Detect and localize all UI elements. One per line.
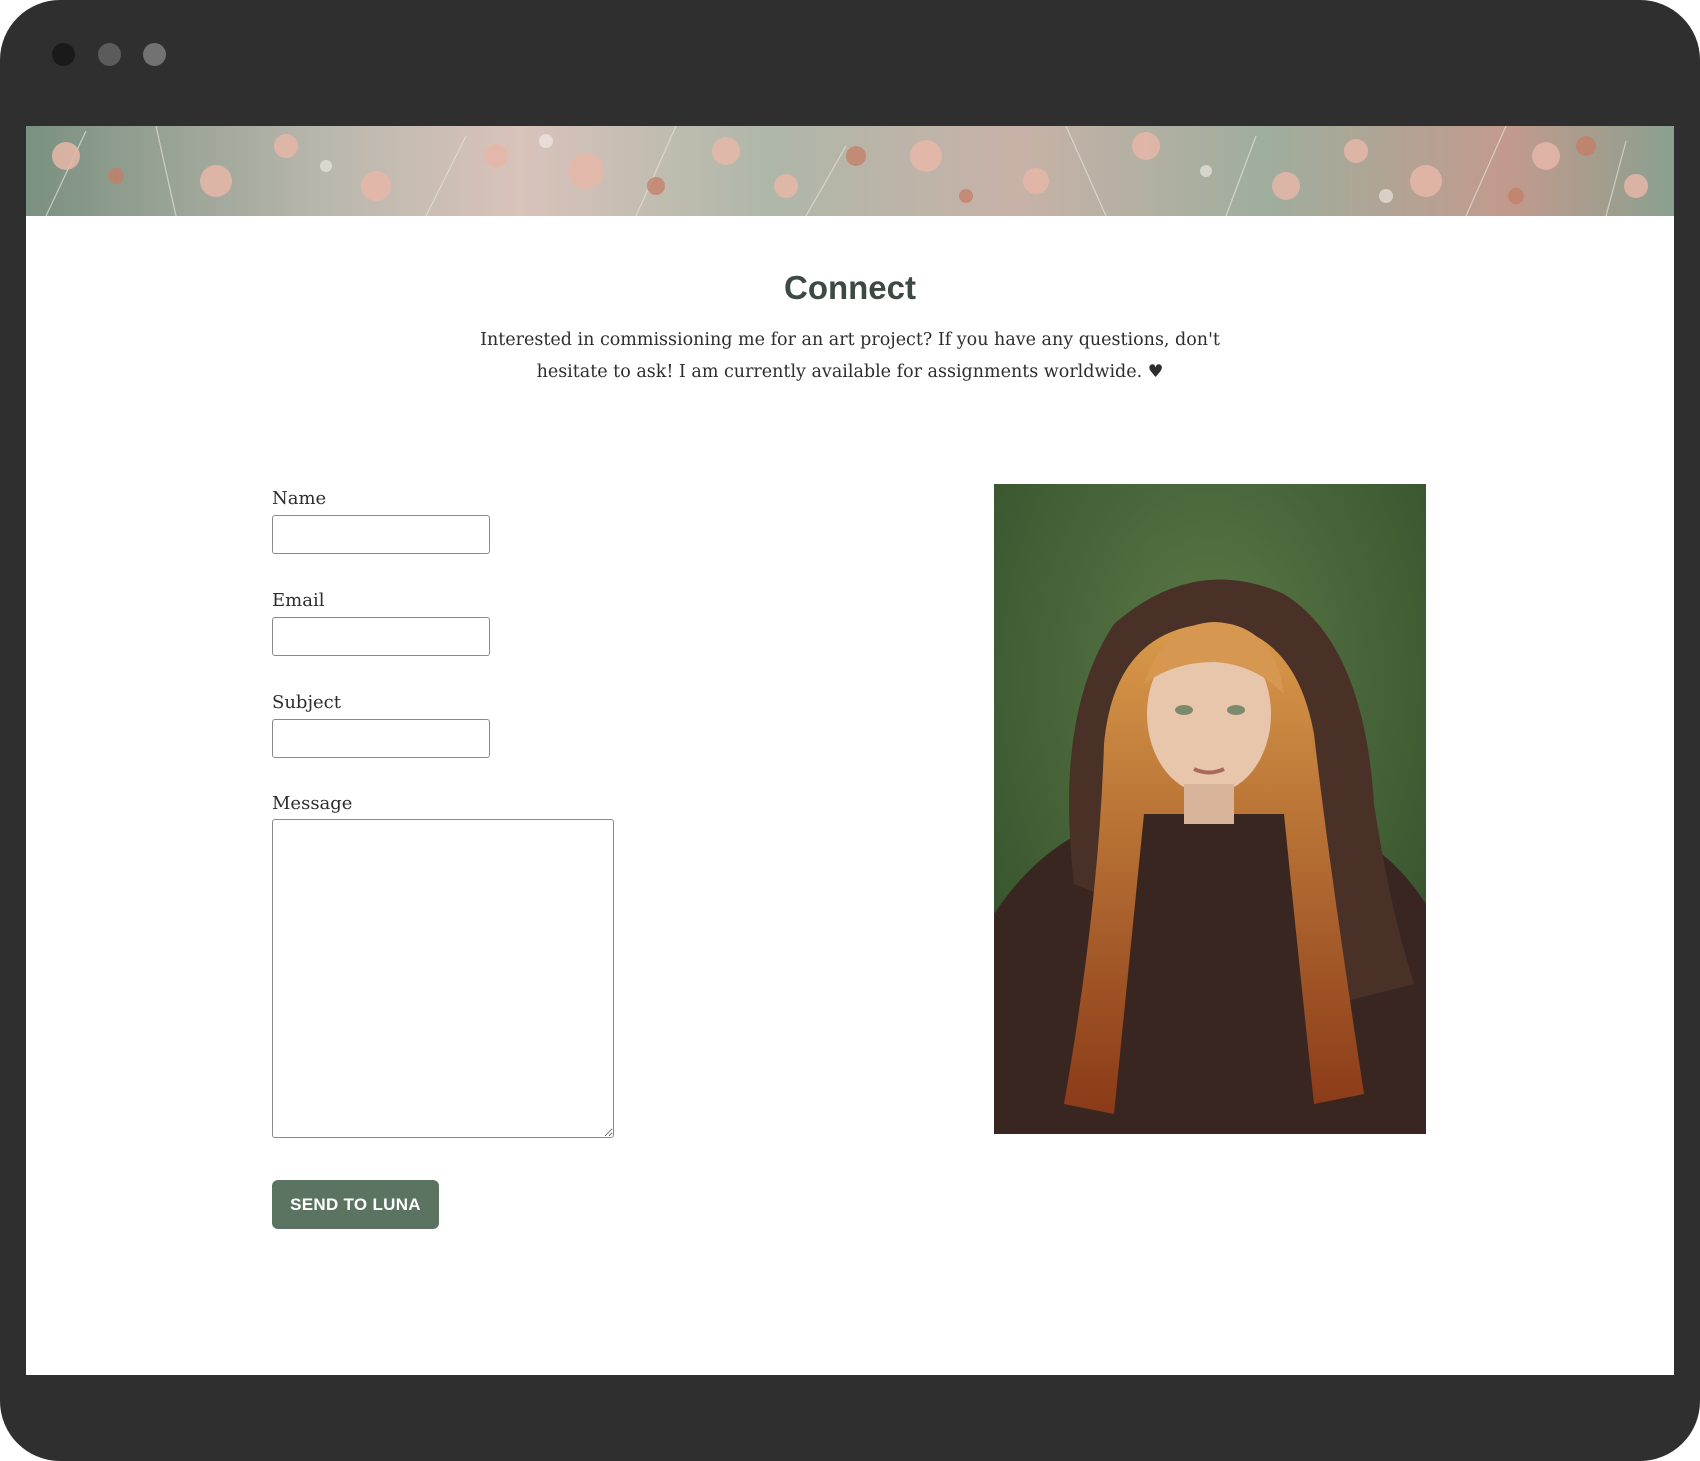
subject-label: Subject [272,692,341,713]
page-viewport: Connect Interested in commissioning me f… [26,126,1674,1375]
name-input[interactable] [272,515,490,554]
device-frame: Connect Interested in commissioning me f… [0,0,1700,1461]
email-input[interactable] [272,617,490,656]
window-dot-minimize[interactable] [98,43,121,66]
name-label: Name [272,488,327,509]
email-label: Email [272,590,325,611]
window-dot-close[interactable] [52,43,75,66]
page-title: Connect [784,269,916,306]
subject-input[interactable] [272,719,490,758]
intro-text: Interested in commissioning me for an ar… [480,330,1220,382]
send-button[interactable]: SEND TO LUNA [272,1180,439,1229]
window-dot-maximize[interactable] [143,43,166,66]
header-banner-image [26,126,1674,216]
portrait-photo [994,484,1426,1134]
message-textarea[interactable] [272,819,614,1138]
message-label: Message [272,793,353,814]
